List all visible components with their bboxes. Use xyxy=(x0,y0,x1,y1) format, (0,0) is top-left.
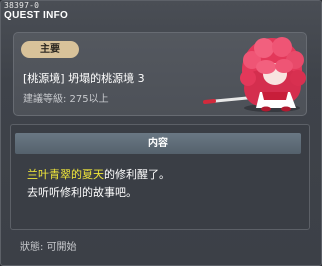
content-header: 内容 xyxy=(15,133,301,154)
window-title: QUEST INFO xyxy=(4,10,69,21)
quest-type-badge: 主要 xyxy=(21,41,79,58)
content-line-1-rest: 的修利醒了。 xyxy=(104,168,170,181)
recommended-level: 建議等級: 275以上 xyxy=(23,94,109,105)
content-line-2: 去听听修利的故事吧。 xyxy=(27,186,137,199)
content-line-1: 兰叶青翠的夏天的修利醒了。 xyxy=(27,166,170,182)
title-bar[interactable]: 38397-0 QUEST INFO xyxy=(1,1,321,23)
quest-name: [桃源境] 坍塌的桃源境 3 xyxy=(23,72,145,85)
highlighted-npc-name: 兰叶青翠的夏天 xyxy=(27,168,104,181)
quest-status: 狀態: 可開始 xyxy=(20,242,77,253)
pink-haired-character-icon xyxy=(203,37,306,112)
window-id: 38397-0 xyxy=(4,1,40,10)
